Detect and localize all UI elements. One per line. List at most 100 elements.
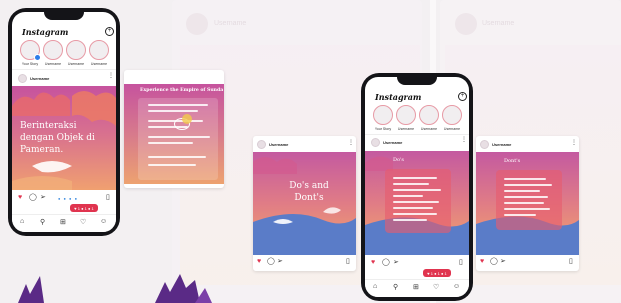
- heart-icon[interactable]: ♥: [18, 194, 22, 201]
- add-post-icon[interactable]: ⊞: [413, 283, 419, 291]
- story-label: Username: [44, 62, 62, 66]
- story-user[interactable]: [442, 105, 462, 125]
- heart-icon[interactable]: ♥: [480, 258, 484, 265]
- add-post-icon[interactable]: ⊞: [60, 218, 66, 226]
- decorative-leaves: [18, 274, 212, 303]
- home-icon[interactable]: ⌂: [20, 218, 24, 225]
- post-avatar[interactable]: [18, 74, 27, 83]
- story-label: Your Story: [374, 127, 392, 131]
- post-avatar[interactable]: [371, 138, 380, 147]
- comment-icon[interactable]: ◯: [382, 259, 390, 266]
- list-line: [504, 184, 552, 186]
- bg-ghost-avatar: [186, 13, 208, 35]
- slide-text-line: [148, 164, 196, 166]
- bg-ghost-avatar: [455, 13, 477, 35]
- post-image: Dont's: [476, 152, 579, 255]
- post-image: Do's and Dont's: [253, 152, 356, 255]
- search-icon[interactable]: ⚲: [393, 283, 398, 291]
- profile-icon[interactable]: ☺: [100, 218, 107, 225]
- divider: [12, 69, 116, 70]
- divider: [365, 134, 469, 135]
- more-options-icon[interactable]: ⋮: [461, 137, 467, 143]
- slide-text-line: [148, 110, 198, 112]
- list-line: [504, 208, 550, 210]
- left-slide-card: Experience the Empire of Sunda: [124, 70, 224, 188]
- story-label: Username: [443, 127, 461, 131]
- plus-circle-icon[interactable]: +: [458, 92, 467, 101]
- bookmark-icon[interactable]: ▯: [459, 259, 463, 266]
- story-label: Your Story: [21, 62, 39, 66]
- list-line: [504, 196, 548, 198]
- list-line: [393, 213, 437, 215]
- story-user[interactable]: [89, 40, 109, 60]
- list-line: [504, 190, 540, 192]
- post-title: Dont's: [504, 158, 521, 164]
- heart-icon[interactable]: ♥: [371, 259, 375, 266]
- app-logo: Instagram: [22, 27, 69, 37]
- carousel-dots: ● ● ● ●: [58, 196, 78, 201]
- list-line: [393, 207, 433, 209]
- story-user[interactable]: [419, 105, 439, 125]
- story-label: Username: [67, 62, 85, 66]
- left-phone-screen: Instagram + Your Story Username Username…: [12, 12, 116, 232]
- more-options-icon[interactable]: ⋮: [571, 140, 577, 146]
- add-story-icon: [34, 54, 41, 61]
- center-post-card: Username ⋮ Do's and Dont's ♥ ◯ ➢ ▯: [253, 136, 356, 271]
- list-line: [504, 214, 536, 216]
- like-icon[interactable]: ♡: [80, 218, 86, 226]
- more-options-icon[interactable]: ⋮: [108, 73, 114, 79]
- bg-ghost-username: Username: [214, 20, 247, 27]
- share-icon[interactable]: ➢: [500, 258, 506, 265]
- post-username[interactable]: Username: [269, 142, 288, 147]
- post-username[interactable]: Username: [383, 140, 402, 145]
- list-line: [393, 183, 429, 185]
- bookmark-icon[interactable]: ▯: [346, 258, 350, 265]
- bg-ghost-username: Username: [482, 20, 515, 27]
- slide-sun: [182, 114, 192, 124]
- profile-icon[interactable]: ☺: [453, 283, 460, 290]
- story-label: Username: [90, 62, 108, 66]
- bookmark-icon[interactable]: ▯: [569, 258, 573, 265]
- share-icon[interactable]: ➢: [40, 194, 46, 201]
- slide-text-line: [148, 136, 210, 138]
- phone-notch: [44, 12, 84, 20]
- story-label: Username: [397, 127, 415, 131]
- home-icon[interactable]: ⌂: [373, 283, 377, 290]
- list-line: [504, 202, 544, 204]
- heart-icon[interactable]: ♥: [257, 258, 261, 265]
- post-image: Do's: [365, 151, 469, 255]
- notification-badge: ♥ 1 ● 1 ● 1: [70, 204, 98, 212]
- story-your-story[interactable]: [373, 105, 393, 125]
- post-avatar[interactable]: [480, 140, 489, 149]
- story-label: Username: [420, 127, 438, 131]
- notification-badge: ♥ 1 ● 1 ● 1: [423, 269, 451, 277]
- slide-text-line: [148, 156, 206, 158]
- list-line: [393, 201, 439, 203]
- story-user[interactable]: [43, 40, 63, 60]
- right-post-card: Username ⋮ Dont's ♥ ◯ ➢ ▯: [476, 136, 579, 271]
- post-avatar[interactable]: [257, 140, 266, 149]
- story-user[interactable]: [66, 40, 86, 60]
- story-user[interactable]: [396, 105, 416, 125]
- more-options-icon[interactable]: ⋮: [348, 140, 354, 146]
- bookmark-icon[interactable]: ▯: [106, 194, 110, 201]
- post-username[interactable]: Username: [492, 142, 511, 147]
- phone-notch: [397, 77, 437, 85]
- comment-icon[interactable]: ◯: [490, 258, 498, 265]
- right-phone: Instagram + Your Story Username Username…: [361, 73, 473, 301]
- post-image: Berinteraksi dengan Objek di Pameran.: [12, 86, 116, 190]
- share-icon[interactable]: ➢: [277, 258, 283, 265]
- search-icon[interactable]: ⚲: [40, 218, 45, 226]
- comment-icon[interactable]: ◯: [29, 194, 37, 201]
- list-line: [393, 177, 437, 179]
- comment-icon[interactable]: ◯: [267, 258, 275, 265]
- share-icon[interactable]: ➢: [393, 259, 399, 266]
- list-line: [393, 219, 427, 221]
- post-username[interactable]: Username: [30, 76, 49, 81]
- plus-circle-icon[interactable]: +: [105, 27, 114, 36]
- post-title: Do's: [393, 157, 404, 163]
- slide-title: Experience the Empire of Sunda: [140, 88, 224, 93]
- app-logo: Instagram: [375, 92, 422, 102]
- like-icon[interactable]: ♡: [433, 283, 439, 291]
- post-headline: Berinteraksi dengan Objek di Pameran.: [20, 121, 95, 155]
